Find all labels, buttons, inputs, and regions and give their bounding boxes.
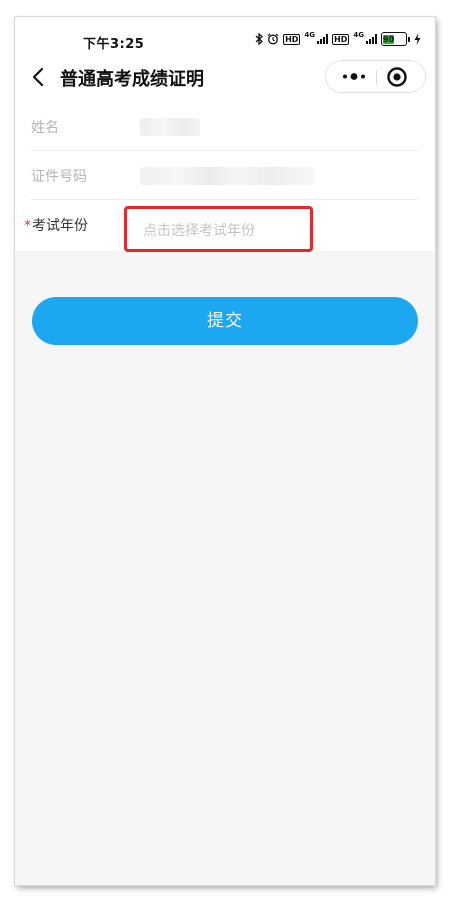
id-value-blurred [140,167,314,185]
year-label: *考试年份 [24,215,88,235]
row-divider [31,199,419,200]
network-type: 4G [353,31,364,39]
battery-icon: 90 [381,32,410,46]
form-row-id: 证件号码 [15,152,435,200]
alarm-icon [267,33,279,45]
name-value-blurred [140,118,200,136]
name-label: 姓名 [31,120,59,136]
submit-button[interactable]: 提交 [32,297,418,345]
navigation-bar: 普通高考成绩证明 [15,51,435,103]
chevron-left-icon[interactable] [28,66,50,88]
charging-icon [414,33,421,45]
status-bar: 下午3:25 HD 4G HD 4G 90 [15,17,435,52]
battery-level: 90 [383,35,395,44]
row-divider [31,150,419,151]
signal-icon [317,34,329,44]
mini-program-capsule [325,60,426,93]
form-row-year: *考试年份 点击选择考试年份 [15,201,435,252]
year-picker-field[interactable]: 点击选择考试年份 [124,206,313,252]
status-time: 下午3:25 [83,37,145,52]
year-label-text: 考试年份 [32,218,88,234]
capsule-divider [376,70,377,85]
id-label: 证件号码 [31,169,87,185]
bluetooth-icon [255,33,264,45]
hd-icon: HD [283,33,301,45]
signal-icon [366,34,377,44]
target-icon[interactable] [386,66,408,88]
hd-icon: HD [332,33,350,45]
more-dots-icon[interactable] [332,61,376,92]
phone-screen: 下午3:25 HD 4G HD 4G 90 普通高考成绩证明 姓名 证件号码 *… [15,17,435,885]
page-title: 普通高考成绩证明 [60,69,204,90]
network-type: 4G [304,31,316,39]
required-mark: * [24,218,31,234]
status-icons: HD 4G HD 4G 90 [255,32,421,46]
form-row-name: 姓名 [15,103,435,151]
